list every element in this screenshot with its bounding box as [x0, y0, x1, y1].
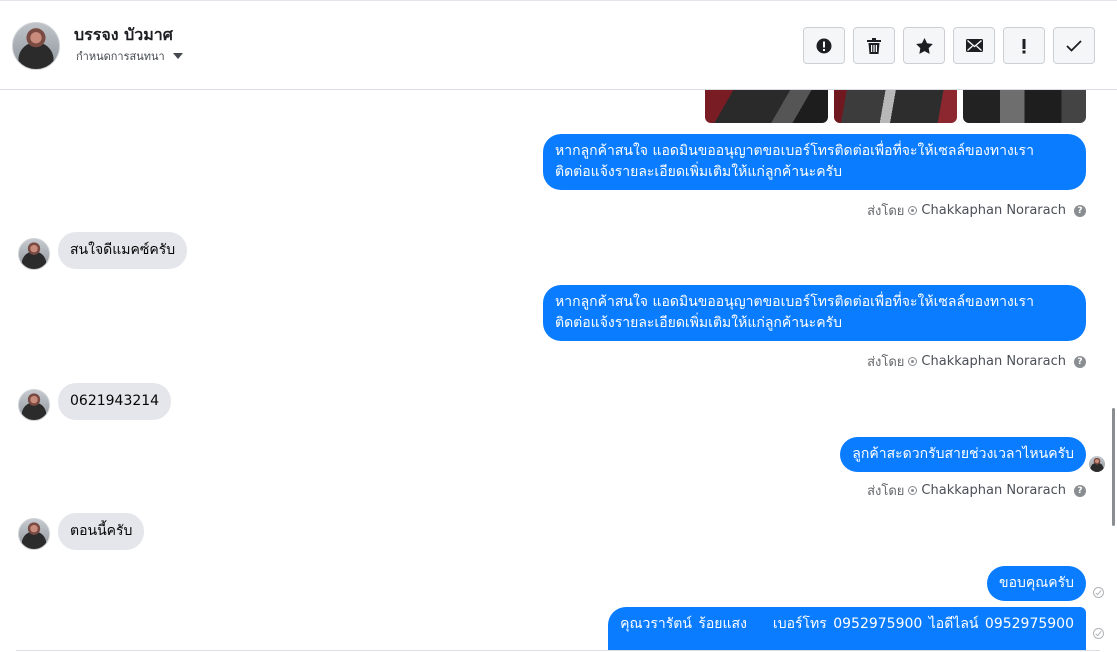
delivered-check-icon — [1093, 628, 1104, 639]
divider — [16, 650, 1100, 651]
agent-name[interactable]: Chakkaphan Norarach — [921, 354, 1066, 369]
message-text: คุณวรารัตน์ ร้อยแสง — [620, 616, 747, 632]
agent-name[interactable]: Chakkaphan Norarach — [921, 203, 1066, 218]
business-suite-icon — [908, 486, 918, 495]
trash-icon — [867, 37, 881, 54]
help-icon[interactable]: ? — [1074, 355, 1086, 368]
action-toolbar — [803, 27, 1095, 64]
message-text: เบอร์โทร 0952975900 ไอดีไลน์ 0952975900 — [772, 616, 1074, 632]
assign-label: กำหนดการสนทนา — [76, 50, 165, 63]
contact-name[interactable]: บรรจง บัวมาศ — [74, 23, 173, 48]
sent-by-label: ส่งโดย — [867, 355, 905, 370]
outgoing-message[interactable]: ลูกค้าสะดวกรับสายช่วงเวลาไหนครับ — [840, 437, 1086, 472]
sent-by-label: ส่งโดย — [867, 204, 905, 219]
envelope-icon — [965, 39, 983, 52]
message-text: ติดต่อแจ้งรายละเอียดเพิ่มเติมให้แก่ลูกค้… — [555, 164, 842, 180]
outgoing-message[interactable]: ขอบคุณครับ — [987, 566, 1086, 601]
outgoing-message[interactable]: หากลูกค้าสนใจ แอดมินขออนุญาตขอเบอร์โทรติ… — [543, 285, 1086, 341]
assign-conversation-dropdown[interactable]: กำหนดการสนทนา — [76, 47, 183, 65]
scrollbar-thumb[interactable] — [1112, 408, 1115, 526]
message-text: หากลูกค้าสนใจ แอดมินขออนุญาตขอเบอร์โทรติ… — [555, 143, 1034, 159]
seen-avatar — [1089, 456, 1105, 472]
sent-by-row: ส่งโดย Chakkaphan Norarach ? — [867, 351, 1086, 372]
car-interior-image[interactable] — [963, 90, 1086, 123]
incoming-message[interactable]: 0621943214 — [58, 383, 172, 420]
car-interior-image[interactable] — [705, 90, 828, 123]
check-icon — [1066, 39, 1082, 52]
spam-button[interactable] — [1003, 27, 1045, 64]
delivered-check-icon — [1093, 587, 1104, 598]
contact-avatar[interactable] — [12, 22, 60, 70]
sent-by-label: ส่งโดย — [867, 484, 905, 499]
outgoing-message[interactable]: คุณวรารัตน์ ร้อยแสง เบอร์โทร 0952975900 ไ… — [608, 607, 1086, 650]
outgoing-message[interactable]: หากลูกค้าสนใจ แอดมินขออนุญาตขอเบอร์โทรติ… — [543, 134, 1086, 190]
help-icon[interactable]: ? — [1074, 204, 1086, 217]
caret-down-icon — [172, 53, 183, 59]
contact-avatar[interactable] — [18, 389, 50, 421]
help-icon[interactable]: ? — [1074, 484, 1086, 497]
business-suite-icon — [908, 206, 918, 215]
delete-button[interactable] — [853, 27, 895, 64]
contact-avatar[interactable] — [18, 238, 50, 270]
contact-avatar[interactable] — [18, 518, 50, 550]
business-suite-icon — [908, 357, 918, 366]
mark-unread-button[interactable] — [953, 27, 995, 64]
message-thread[interactable]: หากลูกค้าสนใจ แอดมินขออนุญาตขอเบอร์โทรติ… — [0, 90, 1110, 650]
incoming-message[interactable]: ตอนนี้ครับ — [58, 513, 145, 550]
incoming-message[interactable]: สนใจดีแมคซ์ครับ — [58, 232, 188, 269]
image-attachments — [705, 90, 1086, 123]
star-button[interactable] — [903, 27, 945, 64]
sent-by-row: ส่งโดย Chakkaphan Norarach ? — [867, 480, 1086, 501]
message-text: หากลูกค้าสนใจ แอดมินขออนุญาตขอเบอร์โทรติ… — [555, 294, 1034, 310]
message-text: ติดต่อแจ้งรายละเอียดเพิ่มเติมให้แก่ลูกค้… — [555, 315, 842, 331]
report-icon — [816, 38, 832, 53]
sent-by-row: ส่งโดย Chakkaphan Norarach ? — [867, 200, 1086, 221]
mark-done-button[interactable] — [1053, 27, 1095, 64]
agent-name[interactable]: Chakkaphan Norarach — [921, 483, 1066, 498]
car-interior-image[interactable] — [834, 90, 957, 123]
conversation-header: บรรจง บัวมาศ กำหนดการสนทนา — [0, 0, 1117, 90]
exclamation-icon — [1022, 38, 1026, 53]
star-icon — [915, 37, 933, 54]
report-button[interactable] — [803, 27, 845, 64]
